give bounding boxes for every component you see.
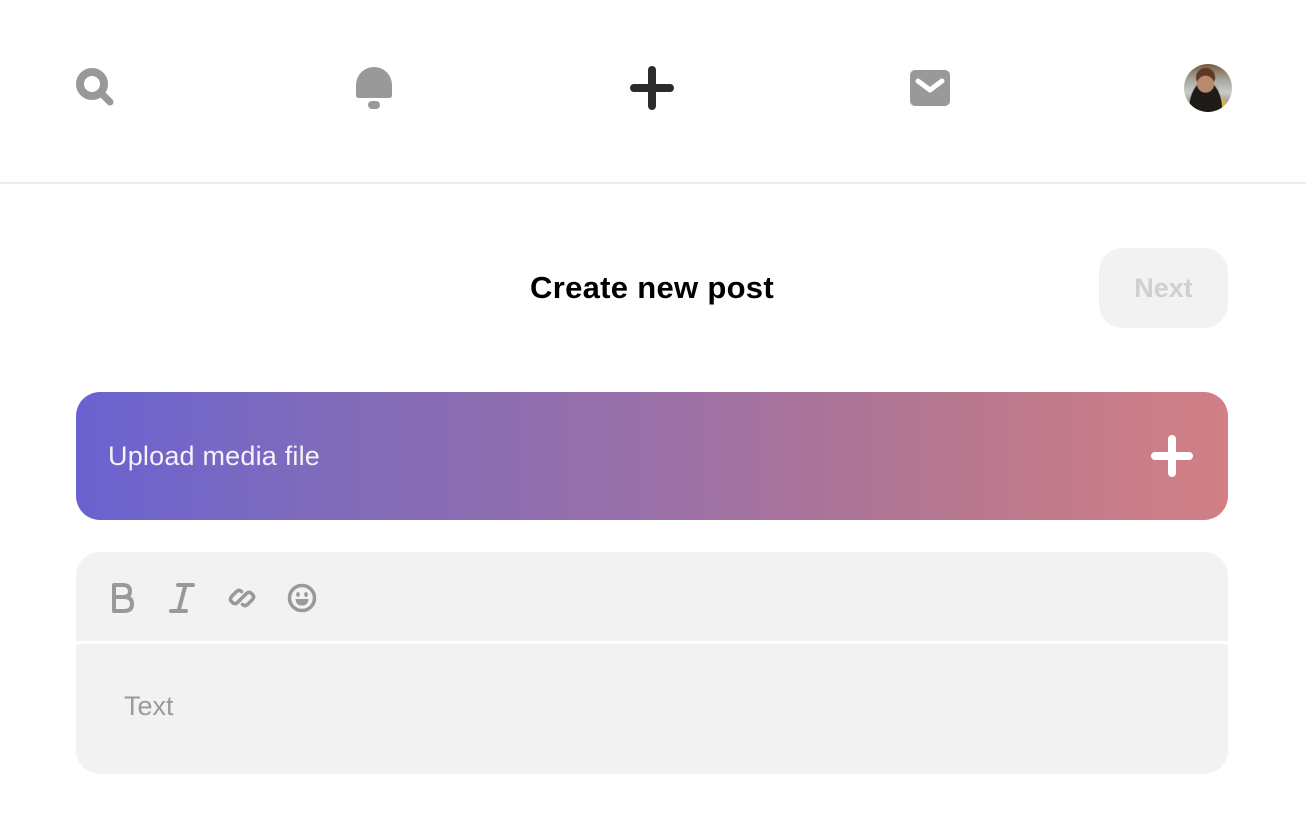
upload-media-button[interactable]: Upload media file bbox=[76, 392, 1228, 520]
post-header: Create new post Next bbox=[76, 248, 1228, 328]
formatting-toolbar bbox=[76, 552, 1228, 644]
profile-avatar[interactable] bbox=[1184, 64, 1232, 112]
nav-notifications-button[interactable] bbox=[350, 64, 398, 112]
link-button[interactable] bbox=[224, 580, 260, 616]
emoji-icon bbox=[287, 583, 317, 613]
nav-search-button[interactable] bbox=[72, 64, 120, 112]
search-icon bbox=[76, 68, 114, 106]
italic-icon bbox=[169, 583, 195, 613]
link-icon bbox=[228, 588, 256, 608]
bold-icon bbox=[112, 583, 134, 613]
top-navigation-bar bbox=[0, 0, 1306, 184]
plus-icon bbox=[630, 66, 674, 110]
bold-button[interactable] bbox=[104, 580, 140, 616]
italic-button[interactable] bbox=[164, 580, 200, 616]
next-button[interactable]: Next bbox=[1099, 248, 1228, 328]
nav-create-button[interactable] bbox=[628, 64, 676, 112]
bell-icon bbox=[356, 67, 392, 109]
post-text-input[interactable] bbox=[76, 647, 1228, 774]
emoji-button[interactable] bbox=[284, 580, 320, 616]
post-editor bbox=[76, 552, 1228, 774]
mail-icon bbox=[910, 70, 950, 106]
upload-media-label: Upload media file bbox=[108, 440, 321, 471]
plus-icon bbox=[1151, 435, 1193, 477]
nav-messages-button[interactable] bbox=[906, 64, 954, 112]
page-title: Create new post bbox=[530, 270, 774, 305]
